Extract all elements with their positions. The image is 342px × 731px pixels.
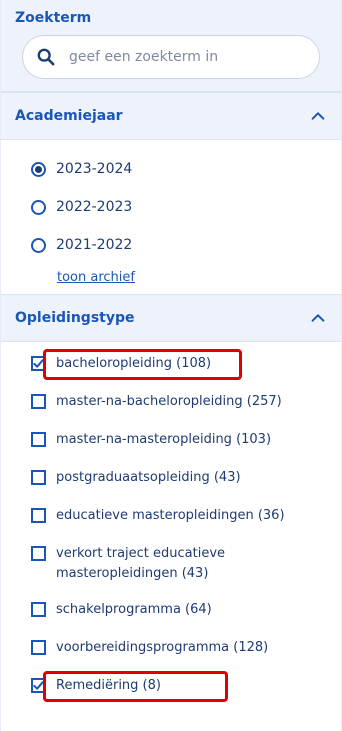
checkbox-checked[interactable] (31, 356, 46, 371)
checkbox[interactable] (31, 394, 46, 409)
radio-label: 2023-2024 (56, 161, 133, 177)
checkbox-label: bacheloropleiding (108) (56, 356, 212, 371)
radio-option-2022-2023[interactable]: 2022-2023 (15, 188, 327, 226)
archive-link[interactable]: toon archief (57, 270, 135, 285)
checkbox-label: master-na-masteropleiding (103) (56, 432, 272, 447)
checkbox[interactable] (31, 546, 46, 561)
checkbox-label: schakelprogramma (64) (56, 602, 212, 617)
checkbox-option-postgraduaatsopleiding[interactable]: postgraduaatsopleiding (43) (15, 468, 327, 506)
checkbox-label: master-na-bacheloropleiding (257) (56, 394, 282, 409)
radio-label: 2021-2022 (56, 237, 133, 253)
checkbox-option-educatieve-masteropleidingen[interactable]: educatieve masteropleidingen (36) (15, 506, 327, 544)
checkbox[interactable] (31, 470, 46, 485)
checkbox-option-remediering[interactable]: Remediëring (8) (15, 671, 327, 714)
checkbox-option-schakelprogramma[interactable]: schakelprogramma (64) (15, 600, 327, 638)
radio-button-selected[interactable] (31, 161, 46, 177)
search-section: Zoekterm (1, 0, 341, 92)
checkbox[interactable] (31, 640, 46, 655)
checkbox[interactable] (31, 508, 46, 523)
academic-year-title: Academiejaar (15, 108, 123, 124)
checkbox-label: Remediëring (8) (56, 678, 161, 693)
education-type-header[interactable]: Opleidingstype (1, 294, 341, 342)
checkbox-option-master-na-bacheloropleiding[interactable]: master-na-bacheloropleiding (257) (15, 392, 327, 430)
radio-option-2023-2024[interactable]: 2023-2024 (15, 150, 327, 188)
academic-year-options: 2023-2024 2022-2023 2021-2022 toon archi… (1, 140, 341, 294)
checkmark-icon (33, 681, 44, 690)
checkbox-label: educatieve masteropleidingen (36) (56, 508, 285, 523)
checkbox-option-master-na-masteropleiding[interactable]: master-na-masteropleiding (103) (15, 430, 327, 468)
radio-option-2021-2022[interactable]: 2021-2022 (15, 226, 327, 264)
checkbox-option-bacheloropleiding[interactable]: bacheloropleiding (108) (15, 349, 327, 392)
radio-button[interactable] (31, 199, 46, 215)
search-section-title: Zoekterm (15, 10, 92, 26)
radio-label: 2022-2023 (56, 199, 133, 215)
checkbox-label: verkort traject educatieve masteropleidi… (56, 546, 226, 581)
radio-button[interactable] (31, 237, 46, 253)
checkbox-label: voorbereidingsprogramma (128) (56, 640, 269, 655)
search-input[interactable] (67, 48, 291, 66)
checkbox-label: postgraduaatsopleiding (43) (56, 470, 241, 485)
education-type-title: Opleidingstype (15, 310, 135, 326)
checkbox-option-verkort-traject[interactable]: verkort traject educatieve masteropleidi… (15, 544, 327, 600)
checkbox-checked[interactable] (31, 678, 46, 693)
chevron-up-icon[interactable] (309, 107, 327, 125)
checkbox-option-voorbereidingsprogramma[interactable]: voorbereidingsprogramma (128) (15, 638, 327, 676)
checkbox[interactable] (31, 432, 46, 447)
search-box[interactable] (22, 35, 320, 79)
checkmark-icon (33, 359, 44, 368)
education-type-options: bacheloropleiding (108) master-na-bachel… (1, 342, 341, 714)
search-icon (37, 48, 55, 66)
filter-panel: Zoekterm Academiejaar 2023-2024 2022-202… (0, 0, 342, 731)
academic-year-header[interactable]: Academiejaar (1, 92, 341, 140)
chevron-up-icon[interactable] (309, 309, 327, 327)
checkbox[interactable] (31, 602, 46, 617)
